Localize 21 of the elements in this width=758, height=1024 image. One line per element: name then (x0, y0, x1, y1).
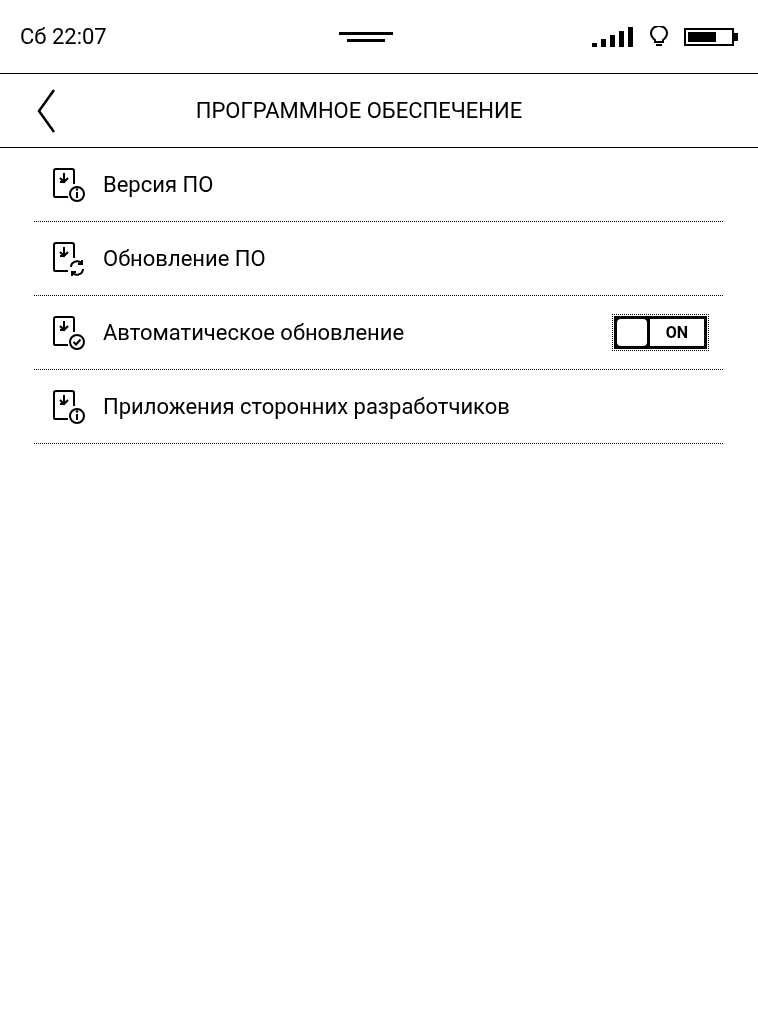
document-sync-icon (51, 240, 87, 277)
lightbulb-icon (650, 25, 668, 48)
status-time: Сб 22:07 (20, 23, 108, 51)
battery-icon (684, 27, 738, 46)
item-label: Обновление ПО (103, 245, 267, 273)
item-label: Приложения сторонних разработчиков (103, 393, 511, 421)
item-label: Версия ПО (103, 171, 215, 199)
toggle-label: ON (650, 319, 704, 346)
document-info-icon (51, 166, 87, 203)
document-info-icon (51, 388, 87, 425)
toggle-switch[interactable]: ON (614, 316, 707, 349)
settings-item[interactable]: Приложения сторонних разработчиков (34, 370, 723, 444)
item-label: Автоматическое обновление (103, 319, 406, 347)
document-check-icon (51, 314, 87, 351)
settings-item[interactable]: Автоматическое обновление ON (34, 296, 723, 370)
page-title: ПРОГРАММНОЕ ОБЕСПЕЧЕНИЕ (194, 97, 524, 125)
menu-handle-icon[interactable] (339, 30, 393, 43)
settings-item[interactable]: Версия ПО (34, 148, 723, 222)
chevron-left-icon (36, 87, 56, 134)
settings-item[interactable]: Обновление ПО (34, 222, 723, 296)
signal-icon (592, 26, 634, 47)
